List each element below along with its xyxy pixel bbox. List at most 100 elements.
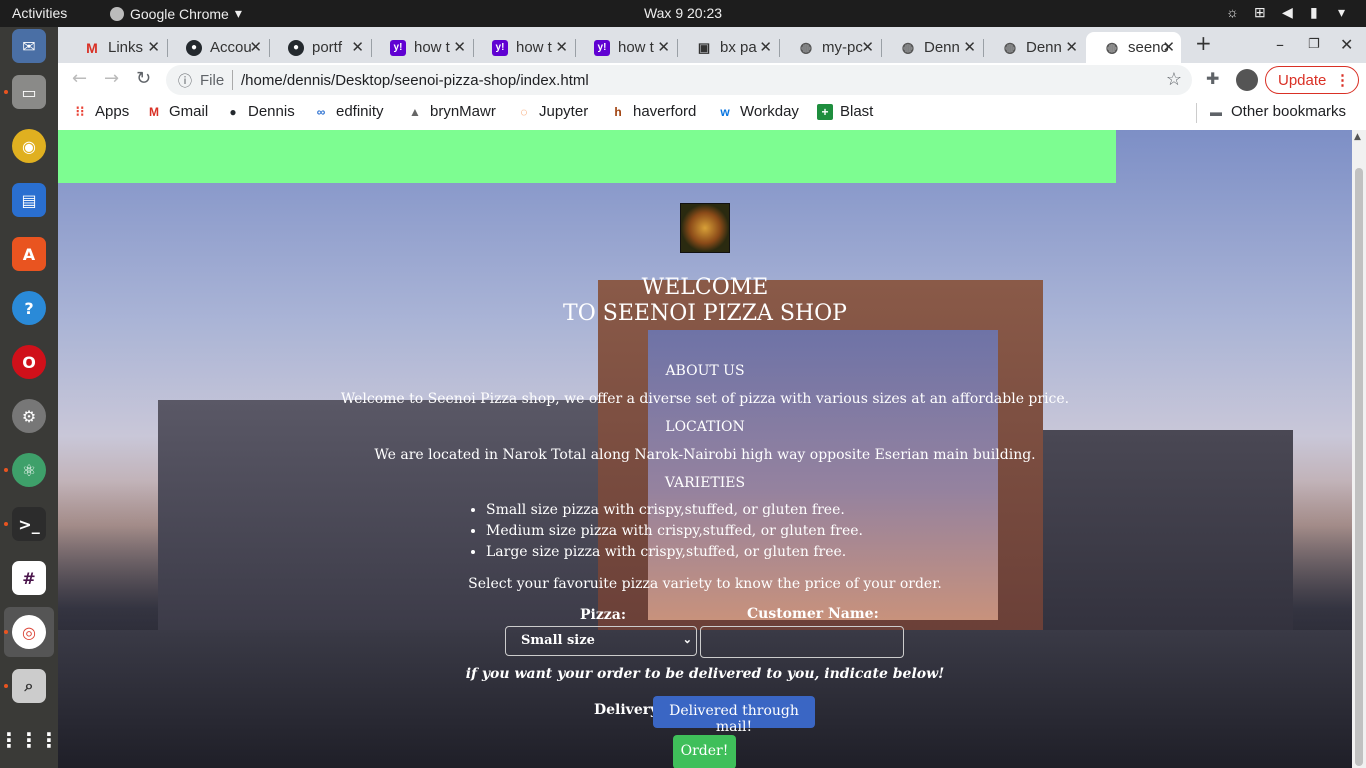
tab-portfolio[interactable]: ● portf ✕ [270, 32, 370, 63]
bookmark-jupyter[interactable]: ◌ Jupyter [516, 103, 588, 120]
bookmark-dennis[interactable]: ● Dennis [225, 103, 294, 120]
running-indicator [4, 522, 8, 526]
building-icon: ▲ [409, 104, 421, 119]
address-bar[interactable]: ⓘ File /home/dennis/Desktop/seenoi-pizza… [166, 65, 1192, 95]
brightness-icon: ☼ [1226, 4, 1239, 20]
bookmark-label: Jupyter [539, 103, 589, 120]
infinity-icon: ∞ [316, 104, 326, 119]
address-scheme: File [200, 72, 225, 89]
info-icon[interactable]: ⓘ [178, 71, 192, 91]
writer-icon[interactable]: ▤ [12, 183, 46, 217]
extensions-puzzle-icon[interactable]: ✚ [1206, 69, 1219, 88]
header-green-bar [58, 130, 1116, 183]
running-indicator [4, 90, 8, 94]
tab-dennis-1[interactable]: ◍ Denn ✕ [882, 32, 982, 63]
close-icon[interactable]: ✕ [147, 38, 160, 56]
app-menu[interactable]: Google Chrome ▾ [110, 5, 242, 22]
close-icon[interactable]: ✕ [555, 38, 568, 56]
close-icon[interactable]: ✕ [249, 38, 262, 56]
bookmark-edfinity[interactable]: ∞ edfinity [313, 103, 384, 120]
bookmark-label: Blast [840, 103, 874, 120]
slack-icon[interactable]: # [12, 561, 46, 595]
tab-dennis-2[interactable]: ◍ Denn ✕ [984, 32, 1084, 63]
search-icon[interactable]: ⌕ [12, 669, 46, 703]
close-window-button[interactable]: ✕ [1340, 35, 1353, 54]
system-top-bar: Activities Google Chrome ▾ Wax 9 20:23 ☼… [0, 0, 1366, 27]
close-icon[interactable]: ✕ [657, 38, 670, 56]
bookmarks-divider [1196, 103, 1197, 123]
profile-avatar[interactable] [1236, 69, 1258, 91]
thunderbird-icon[interactable]: ✉ [12, 29, 46, 63]
system-tray[interactable]: ☼ ⊞ ◀ ▮ ▾ [1226, 4, 1354, 20]
tab-my-pc[interactable]: ◍ my-pc ✕ [780, 32, 880, 63]
terminal-icon[interactable]: >_ [12, 507, 46, 541]
bookmark-brynmawr[interactable]: ▲ brynMawr [407, 103, 496, 120]
bookmark-label: Workday [740, 103, 799, 120]
bookmark-haverford[interactable]: h haverford [610, 103, 696, 120]
delivery-button[interactable]: Delivered through mail! [653, 696, 815, 735]
address-url[interactable]: /home/dennis/Desktop/seenoi-pizza-shop/i… [241, 72, 589, 89]
close-icon[interactable]: ✕ [1065, 38, 1078, 56]
opera-icon[interactable]: O [12, 345, 46, 379]
update-button[interactable]: Update ⋮ [1265, 66, 1359, 94]
tab-seenoi-active[interactable]: ◍ seeno ✕ [1086, 32, 1181, 63]
chrome-icon[interactable]: ◎ [12, 615, 46, 649]
tab-title: how t [414, 39, 450, 56]
tab-strip: M Links ✕ ● Accou ✕ ● portf ✕ y! how t ✕… [58, 27, 1366, 63]
minimize-button[interactable]: – [1276, 35, 1284, 54]
maximize-button[interactable]: ❐ [1308, 37, 1320, 52]
page-scrollbar[interactable]: ▲ [1352, 130, 1366, 768]
close-icon[interactable]: ✕ [1162, 38, 1175, 56]
bookmark-blast[interactable]: + Blast [817, 103, 873, 120]
bookmark-apps[interactable]: ⁝⁝ Apps [72, 103, 130, 120]
running-indicator [4, 468, 8, 472]
clock[interactable]: Wax 9 20:23 [644, 5, 722, 21]
folder-icon: ▬ [1210, 104, 1222, 119]
globe-icon: ◍ [1105, 39, 1119, 55]
tab-title: portf [312, 39, 343, 56]
jupyter-icon: ◌ [520, 104, 528, 119]
reload-button[interactable]: ↻ [136, 68, 151, 89]
scrollbar-thumb[interactable] [1355, 168, 1363, 766]
bookmark-star-icon[interactable]: ☆ [1166, 69, 1182, 90]
bookmark-workday[interactable]: w Workday [717, 103, 799, 120]
blast-icon: + [817, 103, 833, 120]
help-icon[interactable]: ? [12, 291, 46, 325]
back-button[interactable]: ← [72, 68, 87, 89]
close-icon[interactable]: ✕ [453, 38, 466, 56]
tab-how-1[interactable]: y! how t ✕ [372, 32, 472, 63]
chevron-down-icon: ▾ [234, 5, 242, 21]
customer-name-input[interactable] [700, 626, 904, 658]
files-icon[interactable]: ▭ [12, 75, 46, 109]
apps-grid-icon: ⁝⁝ [75, 103, 85, 119]
close-icon[interactable]: ✕ [351, 38, 364, 56]
tab-how-2[interactable]: y! how t ✕ [474, 32, 574, 63]
rhythmbox-icon[interactable]: ◉ [12, 129, 46, 163]
order-button[interactable]: Order! [673, 735, 736, 768]
close-icon[interactable]: ✕ [963, 38, 976, 56]
welcome-line-1: WELCOME [641, 275, 769, 300]
scroll-up-arrow-icon[interactable]: ▲ [1354, 132, 1361, 142]
globe-icon: ◍ [901, 39, 915, 55]
tab-links[interactable]: M Links ✕ [66, 32, 166, 63]
bookmark-label: haverford [633, 103, 697, 120]
tab-account[interactable]: ● Accou ✕ [168, 32, 268, 63]
tab-bx[interactable]: ▣ bx pa ✕ [678, 32, 778, 63]
close-icon[interactable]: ✕ [759, 38, 772, 56]
pizza-size-select[interactable]: Small size ⌄ [505, 626, 697, 656]
atom-icon[interactable]: ⚛ [12, 453, 46, 487]
software-icon[interactable]: A [12, 237, 46, 271]
close-icon[interactable]: ✕ [861, 38, 874, 56]
other-bookmarks[interactable]: ▬ Other bookmarks [1208, 103, 1346, 120]
update-label: Update [1278, 71, 1327, 89]
bookmark-gmail[interactable]: M Gmail [146, 103, 208, 120]
tab-how-3[interactable]: y! how t ✕ [576, 32, 676, 63]
gmail-icon: M [149, 104, 159, 119]
forward-button[interactable]: → [104, 68, 119, 89]
bookmark-label: Gmail [169, 103, 209, 120]
new-tab-button[interactable]: + [1195, 31, 1212, 55]
activities-button[interactable]: Activities [12, 5, 67, 21]
location-text: We are located in Narok Total along Naro… [374, 447, 1036, 463]
settings-icon[interactable]: ⚙ [12, 399, 46, 433]
apps-grid-icon[interactable]: ⋮⋮⋮ [0, 723, 59, 757]
